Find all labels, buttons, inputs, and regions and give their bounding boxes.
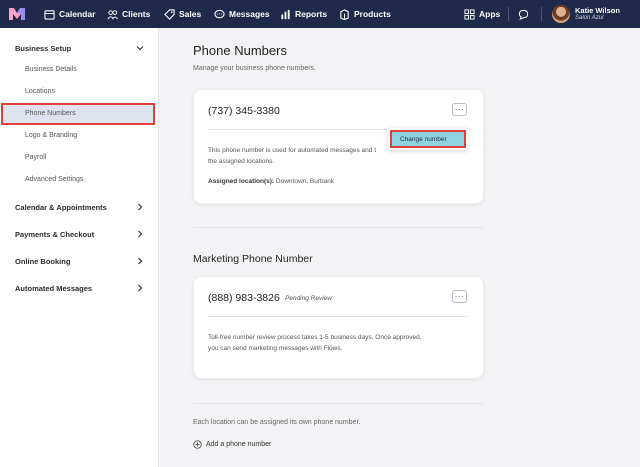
status-badge: Pending Review bbox=[285, 295, 332, 302]
sidebar-item-locations[interactable]: Locations bbox=[25, 88, 55, 95]
assigned-locations: Assigned location(s): Downtown, Burbank bbox=[208, 176, 334, 187]
phone-description: This phone number is used for automated … bbox=[208, 145, 408, 167]
user-avatar[interactable] bbox=[552, 5, 570, 23]
chat-icon bbox=[214, 9, 225, 18]
nav-calendar[interactable]: Calendar bbox=[44, 0, 95, 28]
nav-chat-button[interactable] bbox=[518, 0, 529, 28]
nav-label: Reports bbox=[295, 9, 328, 19]
description-line: you can send marketing messages with Flo… bbox=[208, 345, 343, 352]
options-dropdown-menu: Change number bbox=[388, 128, 468, 150]
bar-chart-icon bbox=[281, 9, 290, 19]
sidebar-group-payments-checkout[interactable]: Payments & Checkout bbox=[15, 230, 94, 239]
main-content: Phone Numbers Manage your business phone… bbox=[159, 28, 640, 467]
more-options-button[interactable]: ··· bbox=[452, 103, 467, 116]
nav-apps[interactable]: Apps bbox=[464, 0, 500, 28]
tag-icon bbox=[164, 8, 175, 20]
brand-logo-icon[interactable] bbox=[8, 6, 26, 22]
apps-grid-icon bbox=[464, 8, 475, 20]
marketing-section-title: Marketing Phone Number bbox=[193, 253, 313, 265]
assigned-label: Assigned location(s): bbox=[208, 178, 275, 185]
sidebar-item-logo-branding[interactable]: Logo & Branding bbox=[25, 132, 77, 139]
nav-messages[interactable]: Messages bbox=[214, 0, 270, 28]
box-icon bbox=[340, 8, 349, 20]
chevron-down-icon[interactable] bbox=[136, 44, 144, 52]
nav-divider bbox=[508, 7, 509, 21]
nav-clients[interactable]: Clients bbox=[107, 0, 150, 28]
section-divider bbox=[193, 227, 483, 228]
marketing-phone-number: (888) 983-3826 bbox=[208, 292, 280, 304]
sidebar-item-payroll[interactable]: Payroll bbox=[25, 154, 46, 161]
chevron-right-icon[interactable] bbox=[136, 230, 144, 238]
page-title: Phone Numbers bbox=[193, 43, 287, 58]
chevron-right-icon[interactable] bbox=[136, 203, 144, 211]
sidebar-group-calendar-appointments[interactable]: Calendar & Appointments bbox=[15, 203, 107, 212]
calendar-icon bbox=[44, 9, 55, 20]
section-divider bbox=[193, 403, 483, 404]
sidebar-item-phone-numbers[interactable]: Phone Numbers bbox=[25, 110, 76, 117]
people-icon bbox=[107, 9, 118, 19]
nav-label: Clients bbox=[122, 9, 151, 19]
marketing-description: Toll-free number review process takes 1-… bbox=[208, 332, 468, 354]
nav-label: Products bbox=[354, 9, 391, 19]
sidebar-group-automated-messages[interactable]: Automated Messages bbox=[15, 284, 92, 293]
marketing-phone-card: (888) 983-3826 Pending Review ··· Toll-f… bbox=[193, 276, 484, 379]
ellipsis-icon: ··· bbox=[454, 291, 465, 301]
nav-reports[interactable]: Reports bbox=[280, 0, 327, 28]
phone-number: (737) 345-3380 bbox=[208, 105, 280, 117]
nav-sales[interactable]: Sales bbox=[164, 0, 201, 28]
description-line: the assigned locations. bbox=[208, 158, 275, 165]
more-options-button[interactable]: ··· bbox=[452, 290, 467, 303]
sidebar-item-business-details[interactable]: Business Details bbox=[25, 66, 77, 73]
description-line: Toll-free number review process takes 1-… bbox=[208, 334, 422, 341]
user-name[interactable]: Katie Wilson bbox=[575, 6, 620, 15]
sidebar-group-online-booking[interactable]: Online Booking bbox=[15, 257, 70, 266]
speech-bubble-icon bbox=[518, 9, 529, 20]
nav-label: Sales bbox=[179, 9, 202, 19]
nav-label: Messages bbox=[229, 9, 270, 19]
description-line: This phone number is used for automated … bbox=[208, 147, 377, 154]
sidebar-item-advanced-settings[interactable]: Advanced Settings bbox=[25, 176, 83, 183]
footer-hint: Each location can be assigned its own ph… bbox=[193, 419, 361, 426]
menu-item-change-number[interactable]: Change number bbox=[390, 130, 466, 148]
assigned-value: Downtown, Burbank bbox=[275, 178, 335, 185]
nav-label: Calendar bbox=[59, 9, 96, 19]
card-divider bbox=[208, 316, 468, 317]
chevron-right-icon[interactable] bbox=[136, 284, 144, 292]
add-phone-number-link[interactable]: Add a phone number bbox=[193, 440, 271, 449]
nav-divider bbox=[541, 7, 542, 21]
chevron-right-icon[interactable] bbox=[136, 257, 144, 265]
sidebar-section-business-setup[interactable]: Business Setup bbox=[15, 44, 71, 53]
user-business-name: Salon Azul bbox=[575, 15, 604, 21]
top-nav-bar: Calendar Clients Sales Messages Reports … bbox=[0, 0, 640, 28]
plus-circle-icon bbox=[193, 440, 202, 449]
page-subtitle: Manage your business phone numbers. bbox=[193, 65, 316, 72]
settings-sidebar: Business Setup Business Details Location… bbox=[0, 28, 159, 467]
nav-products[interactable]: Products bbox=[339, 0, 391, 28]
nav-label: Apps bbox=[479, 9, 501, 19]
add-phone-label: Add a phone number bbox=[206, 441, 272, 448]
ellipsis-icon: ··· bbox=[454, 104, 465, 114]
